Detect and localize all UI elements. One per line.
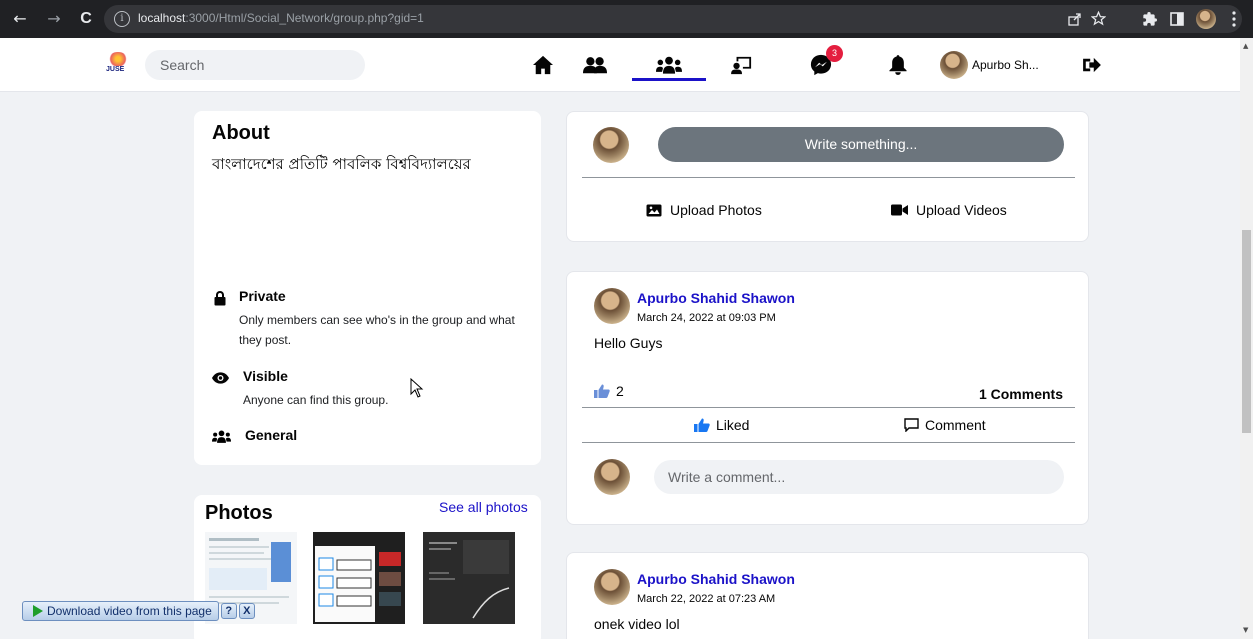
logo-burst-icon (108, 52, 128, 66)
user-avatar (940, 51, 968, 79)
scroll-down-arrow-icon[interactable]: ▼ (1243, 626, 1248, 634)
image-icon (646, 204, 662, 216)
site-info-icon[interactable]: i (114, 11, 130, 27)
share-icon[interactable] (1068, 12, 1082, 26)
help-icon[interactable]: ? (220, 603, 237, 619)
home-icon[interactable] (523, 52, 563, 78)
video-camera-icon (891, 204, 908, 216)
friends-icon[interactable] (575, 52, 615, 78)
post-card: Apurbo Shahid Shawon March 24, 2022 at 0… (566, 271, 1089, 525)
upload-videos-label: Upload Videos (916, 202, 1007, 218)
page-scrollbar[interactable]: ▲ ▼ (1240, 38, 1253, 639)
see-all-photos-link[interactable]: See all photos (439, 499, 528, 515)
liked-label: Liked (716, 417, 750, 433)
about-title: About (212, 122, 270, 144)
photo-thumbnail-2[interactable] (313, 532, 405, 624)
browser-toolbar: ← → C i localhost:3000/Html/Social_Netwo… (0, 0, 1253, 38)
download-video-button[interactable]: Download video from this page (22, 601, 219, 621)
menu-dots-icon[interactable] (1232, 11, 1236, 27)
group-users-icon (212, 430, 231, 443)
comments-count[interactable]: 1 Comments (979, 386, 1063, 402)
lock-icon (214, 291, 226, 306)
logout-icon[interactable] (1072, 52, 1112, 78)
user-profile-chip[interactable]: Apurbo Sh... (940, 51, 1039, 79)
forward-icon[interactable]: → (44, 9, 64, 29)
write-something-button[interactable]: Write something... (658, 127, 1064, 162)
liked-button[interactable]: Liked (694, 417, 749, 433)
group-description: বাংলাদেশের প্রতিটি পাবলিক বিশ্ববিদ্যালয়… (212, 155, 471, 173)
post-author-avatar[interactable] (594, 288, 630, 324)
user-name: Apurbo Sh... (972, 58, 1039, 72)
mouse-cursor-icon (410, 378, 424, 398)
site-logo[interactable]: JUSE (104, 52, 132, 78)
like-count-value: 2 (616, 383, 624, 399)
scrollbar-thumb[interactable] (1242, 230, 1251, 433)
active-tab-indicator (632, 78, 706, 81)
composer-avatar (593, 127, 629, 163)
close-icon[interactable]: X (238, 603, 255, 619)
upload-photos-label: Upload Photos (670, 202, 762, 218)
profile-avatar-icon[interactable] (1196, 9, 1216, 29)
upload-videos-button[interactable]: Upload Videos (891, 202, 1007, 218)
comment-button[interactable]: Comment (904, 417, 986, 433)
composer-divider (582, 177, 1075, 178)
visibility-description: Anyone can find this group. (243, 393, 389, 407)
scroll-up-arrow-icon[interactable]: ▲ (1243, 42, 1248, 50)
groups-icon[interactable] (649, 52, 689, 78)
comment-bubble-icon (904, 418, 919, 432)
download-video-widget: Download video from this page ? X (22, 601, 255, 621)
visibility-title: Visible (243, 368, 288, 384)
post-text: onek video lol (594, 616, 680, 632)
url-text: localhost:3000/Html/Social_Network/group… (138, 11, 424, 25)
upload-photos-button[interactable]: Upload Photos (646, 202, 762, 218)
notifications-bell-icon[interactable] (878, 52, 918, 78)
play-icon (33, 605, 43, 617)
messenger-badge: 3 (826, 45, 843, 62)
post-author-avatar[interactable] (594, 569, 630, 605)
post-timestamp: March 24, 2022 at 09:03 PM (637, 312, 776, 324)
post-text: Hello Guys (594, 335, 663, 351)
logo-text: JUSE (106, 66, 125, 73)
thumbs-up-icon (594, 384, 610, 398)
address-bar[interactable]: i localhost:3000/Html/Social_Network/gro… (104, 5, 1242, 33)
like-count[interactable]: 2 (594, 383, 624, 399)
photo-thumbnail-3[interactable] (423, 532, 515, 624)
comment-label: Comment (925, 417, 986, 433)
post-divider-bottom (582, 442, 1075, 443)
side-panel-icon[interactable] (1170, 12, 1184, 26)
privacy-title: Private (239, 288, 286, 304)
photos-title: Photos (205, 502, 273, 524)
reload-icon[interactable]: C (76, 9, 96, 29)
download-video-label: Download video from this page (47, 604, 212, 618)
privacy-description: Only members can see who's in the group … (239, 313, 515, 347)
post-timestamp: March 22, 2022 at 07:23 AM (637, 593, 776, 605)
url-path: :3000/Html/Social_Network/group.php?gid=… (185, 11, 424, 25)
post-author-name[interactable]: Apurbo Shahid Shawon (637, 290, 795, 306)
post-card: Apurbo Shahid Shawon March 22, 2022 at 0… (566, 552, 1089, 639)
commenter-avatar (594, 459, 630, 495)
watch-screen-icon[interactable] (722, 52, 762, 78)
post-composer: Write something... Upload Photos Upload … (566, 111, 1089, 242)
comment-input[interactable] (654, 460, 1064, 494)
back-icon[interactable]: ← (10, 9, 30, 29)
thumbs-up-icon (694, 418, 710, 432)
url-host: localhost (138, 11, 186, 25)
extensions-icon[interactable] (1142, 11, 1158, 27)
search-input[interactable] (145, 50, 365, 80)
top-navigation: JUSE 3 Apurbo Sh... (0, 38, 1240, 92)
eye-icon (212, 372, 229, 384)
category-title: General (245, 427, 298, 443)
about-card: About বাংলাদেশের প্রতিটি পাবলিক বিশ্ববিদ… (194, 111, 541, 465)
post-divider-top (582, 407, 1075, 408)
post-author-name[interactable]: Apurbo Shahid Shawon (637, 571, 795, 587)
bookmark-star-icon[interactable] (1091, 11, 1106, 26)
